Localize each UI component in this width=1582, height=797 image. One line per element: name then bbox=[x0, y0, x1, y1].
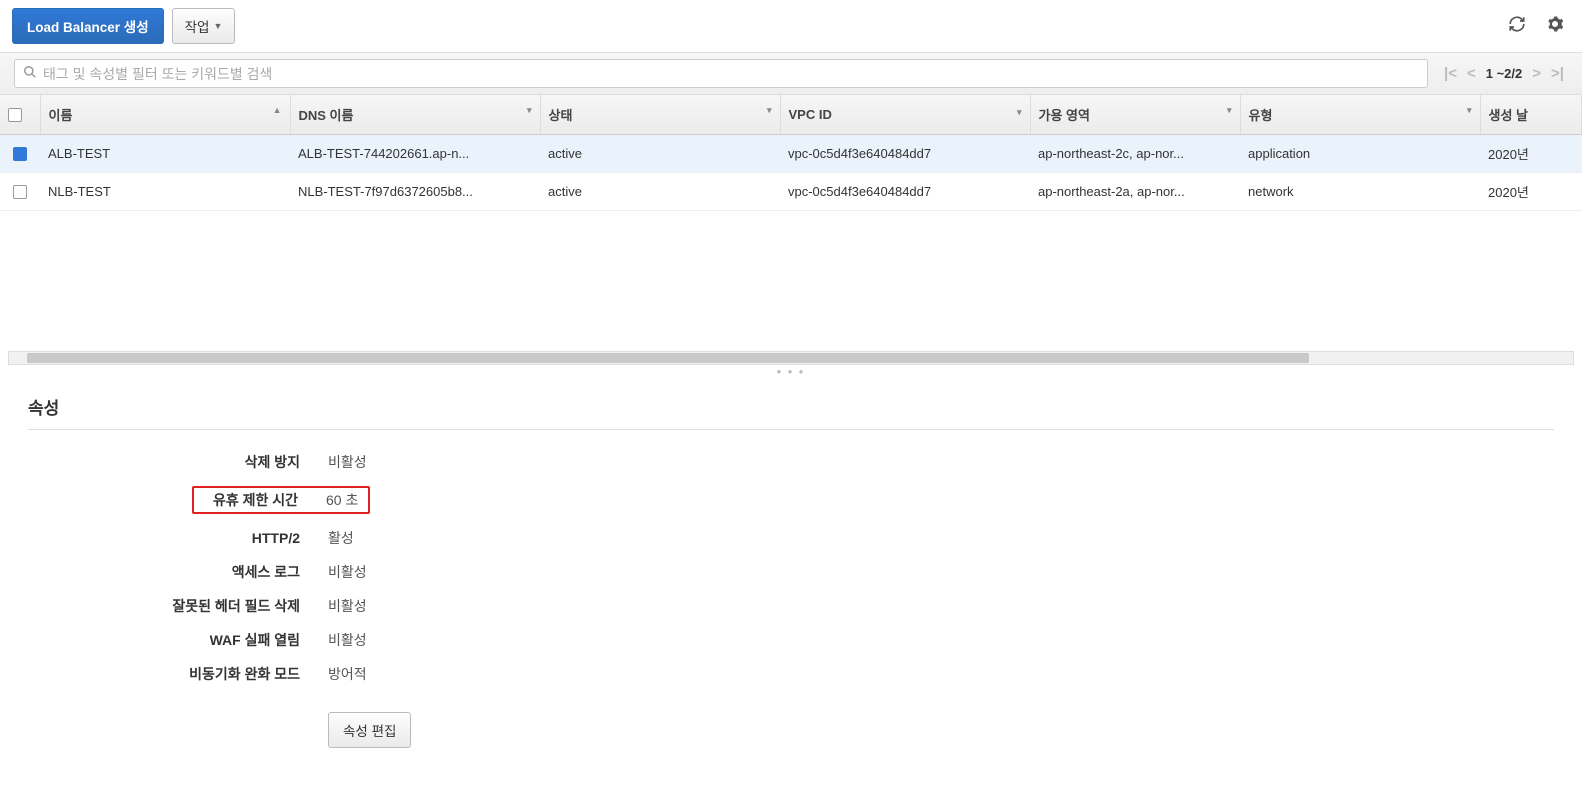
details-panel: 속성 삭제 방지 비활성 유휴 제한 시간 60 초 HTTP/2 활성 액세스… bbox=[0, 378, 1582, 764]
attr-value: 활성 bbox=[328, 528, 354, 548]
cell-created: 2020년 bbox=[1480, 173, 1582, 211]
attr-delete-protection: 삭제 방지 비활성 bbox=[28, 452, 1554, 472]
toolbar: Load Balancer 생성 작업 ▼ bbox=[0, 0, 1582, 52]
header-checkbox-col[interactable] bbox=[0, 95, 40, 135]
sort-icon: ▾ bbox=[1227, 105, 1232, 116]
horizontal-scrollbar[interactable] bbox=[8, 351, 1574, 365]
sort-icon: ▾ bbox=[1467, 105, 1472, 116]
attr-label: 잘못된 헤더 필드 삭제 bbox=[28, 596, 328, 616]
sort-asc-icon: ▲ bbox=[273, 105, 282, 115]
attr-label: HTTP/2 bbox=[28, 530, 328, 546]
sort-icon: ▾ bbox=[527, 105, 532, 116]
row-checkbox[interactable] bbox=[13, 147, 27, 161]
cell-vpc: vpc-0c5d4f3e640484dd7 bbox=[780, 135, 1030, 173]
attr-idle-timeout: 유휴 제한 시간 60 초 bbox=[28, 486, 1554, 514]
load-balancer-table: 이름▲ DNS 이름▾ 상태▾ VPC ID▾ 가용 영역▾ 유형▾ 생성 날 … bbox=[0, 95, 1582, 211]
attr-drop-invalid-headers: 잘못된 헤더 필드 삭제 비활성 bbox=[28, 596, 1554, 616]
gear-icon[interactable] bbox=[1540, 9, 1570, 44]
header-created[interactable]: 생성 날 bbox=[1480, 95, 1582, 135]
cell-az: ap-northeast-2c, ap-nor... bbox=[1030, 135, 1240, 173]
actions-button[interactable]: 작업 ▼ bbox=[172, 8, 236, 44]
row-checkbox[interactable] bbox=[13, 185, 27, 199]
header-name[interactable]: 이름▲ bbox=[40, 95, 290, 135]
header-dns[interactable]: DNS 이름▾ bbox=[290, 95, 540, 135]
cell-type: network bbox=[1240, 173, 1480, 211]
attr-desync-mode: 비동기화 완화 모드 방어적 bbox=[28, 664, 1554, 684]
actions-label: 작업 bbox=[185, 16, 210, 36]
search-input[interactable] bbox=[43, 66, 1419, 82]
cell-created: 2020년 bbox=[1480, 135, 1582, 173]
pager: |< < 1 ~2/2 > >| bbox=[1440, 63, 1568, 84]
header-type[interactable]: 유형▾ bbox=[1240, 95, 1480, 135]
attr-value: 비활성 bbox=[328, 630, 367, 650]
attr-label: 유휴 제한 시간 bbox=[194, 490, 326, 510]
table-row[interactable]: NLB-TEST NLB-TEST-7f97d6372605b8... acti… bbox=[0, 173, 1582, 211]
cell-az: ap-northeast-2a, ap-nor... bbox=[1030, 173, 1240, 211]
filter-row: |< < 1 ~2/2 > >| bbox=[0, 52, 1582, 95]
cell-name: NLB-TEST bbox=[40, 173, 290, 211]
cell-vpc: vpc-0c5d4f3e640484dd7 bbox=[780, 173, 1030, 211]
attr-value: 비활성 bbox=[328, 562, 367, 582]
scrollbar-thumb[interactable] bbox=[27, 353, 1309, 363]
attr-label: 삭제 방지 bbox=[28, 452, 328, 472]
cell-dns: NLB-TEST-7f97d6372605b8... bbox=[290, 173, 540, 211]
table-header-row: 이름▲ DNS 이름▾ 상태▾ VPC ID▾ 가용 영역▾ 유형▾ 생성 날 bbox=[0, 95, 1582, 135]
attr-label: 비동기화 완화 모드 bbox=[28, 664, 328, 684]
table-empty-area bbox=[0, 211, 1582, 351]
chevron-down-icon: ▼ bbox=[213, 21, 222, 31]
cell-state: active bbox=[540, 173, 780, 211]
sort-icon: ▾ bbox=[1017, 107, 1022, 118]
attr-value: 방어적 bbox=[328, 664, 367, 684]
attr-label: WAF 실패 열림 bbox=[28, 630, 328, 650]
create-load-balancer-button[interactable]: Load Balancer 생성 bbox=[12, 8, 164, 44]
header-vpc[interactable]: VPC ID▾ bbox=[780, 95, 1030, 135]
header-az[interactable]: 가용 영역▾ bbox=[1030, 95, 1240, 135]
attr-label: 액세스 로그 bbox=[28, 562, 328, 582]
pager-next-button[interactable]: > bbox=[1528, 63, 1545, 84]
attr-access-logs: 액세스 로그 비활성 bbox=[28, 562, 1554, 582]
attr-http2: HTTP/2 활성 bbox=[28, 528, 1554, 548]
pager-prev-button[interactable]: < bbox=[1463, 63, 1480, 84]
table-row[interactable]: ALB-TEST ALB-TEST-744202661.ap-n... acti… bbox=[0, 135, 1582, 173]
split-handle[interactable]: ● ● ● bbox=[0, 365, 1582, 378]
details-title: 속성 bbox=[28, 394, 1554, 430]
search-wrap bbox=[14, 59, 1428, 88]
edit-attributes-button[interactable]: 속성 편집 bbox=[328, 712, 411, 748]
attr-value: 비활성 bbox=[328, 452, 367, 472]
pager-last-button[interactable]: >| bbox=[1547, 63, 1568, 84]
cell-type: application bbox=[1240, 135, 1480, 173]
sort-icon: ▾ bbox=[767, 105, 772, 116]
cell-name: ALB-TEST bbox=[40, 135, 290, 173]
header-checkbox[interactable] bbox=[8, 108, 22, 122]
pager-text: 1 ~2/2 bbox=[1482, 66, 1527, 81]
attr-value: 비활성 bbox=[328, 596, 367, 616]
attr-value: 60 초 bbox=[326, 490, 368, 510]
cell-state: active bbox=[540, 135, 780, 173]
refresh-icon[interactable] bbox=[1502, 9, 1532, 44]
cell-dns: ALB-TEST-744202661.ap-n... bbox=[290, 135, 540, 173]
pager-first-button[interactable]: |< bbox=[1440, 63, 1461, 84]
search-icon bbox=[23, 65, 37, 82]
highlight-box: 유휴 제한 시간 60 초 bbox=[192, 486, 370, 514]
attr-waf-fail-open: WAF 실패 열림 비활성 bbox=[28, 630, 1554, 650]
header-state[interactable]: 상태▾ bbox=[540, 95, 780, 135]
